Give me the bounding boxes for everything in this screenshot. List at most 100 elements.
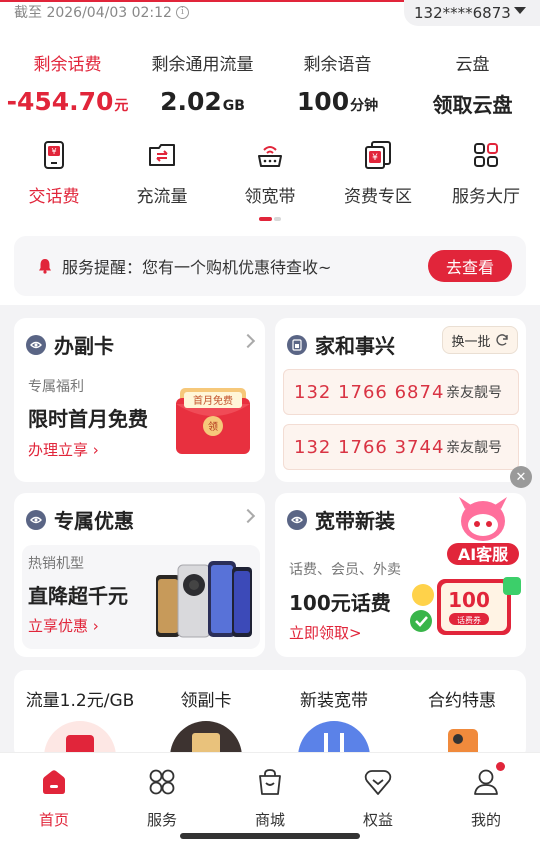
page-indicator-inactive	[274, 217, 281, 221]
coupon-label: 话费券	[457, 615, 481, 625]
tab-services[interactable]: 服务	[108, 767, 216, 830]
card-broadband-install[interactable]: 宽带新装 话费、会员、外卖 100元话费 立即领取> AI客服 100 话费券	[275, 493, 526, 657]
notification-dot	[496, 762, 505, 771]
phone-credit-coupon-image: 100 话费券	[410, 577, 521, 635]
bell-icon	[39, 259, 51, 274]
stat-number: 100	[296, 87, 350, 116]
stat-label: 剩余话费	[33, 55, 102, 75]
swap-label: 换一批	[451, 334, 491, 350]
view-notice-button[interactable]: 去查看	[428, 250, 512, 282]
promo-secondary-card[interactable]: 领副卡	[142, 686, 270, 760]
data-recharge-icon	[149, 144, 175, 166]
envelope-badge: 领	[208, 420, 218, 433]
card-header: 专属优惠	[26, 505, 134, 534]
card-subtitle: 热销机型	[28, 556, 84, 572]
chevron-right-icon[interactable]	[240, 333, 256, 349]
shop-bag-icon	[259, 769, 281, 795]
chevron-right-icon[interactable]	[240, 508, 256, 524]
stat-number: -454.70	[6, 87, 114, 116]
stat-data[interactable]: 剩余通用流量 2.02GB	[135, 50, 270, 118]
promo-strip: 流量1.2元/GB 领副卡 新装宽带 合约特惠	[14, 670, 526, 760]
stat-value: -454.70元	[0, 87, 135, 116]
services-icon	[149, 769, 175, 795]
promo-label: 流量1.2元/GB	[25, 691, 135, 711]
stat-balance[interactable]: 剩余话费 -454.70元	[0, 50, 135, 118]
card-secondary-card[interactable]: 办副卡 专属福利 限时首月免费 办理立享 › 首月免费 领	[14, 318, 265, 482]
profile-icon	[474, 769, 498, 795]
stat-label: 剩余通用流量	[151, 55, 254, 75]
quick-label: 充流量	[136, 187, 188, 207]
promo-data-price[interactable]: 流量1.2元/GB	[16, 686, 144, 760]
tab-label: 服务	[146, 811, 177, 829]
phone-number-selector[interactable]: 132****6873	[404, 0, 540, 26]
promo-contract-deal[interactable]: 合约特惠	[398, 686, 526, 760]
phone-number-option: 132 1766 6874	[294, 381, 445, 403]
quick-actions: ¥ 交话费 充流量 领宽带 ¥ 资费专区 服务大厅	[0, 140, 540, 207]
close-icon[interactable]: ✕	[510, 466, 532, 488]
caret-down-icon	[514, 7, 526, 14]
tab-label: 首页	[38, 811, 69, 829]
tab-label: 商城	[254, 811, 285, 829]
tab-benefits[interactable]: 权益	[324, 767, 432, 830]
red-envelope-icon: 首月免费 领	[176, 388, 250, 454]
ai-label: AI客服	[458, 545, 509, 564]
sim-card-icon	[287, 334, 307, 355]
data-deadline: 截至 2026/04/03 02:12 i	[14, 2, 189, 22]
stat-unit: GB	[222, 98, 245, 114]
quick-label: 交话费	[28, 187, 80, 207]
link-label: 办理立享	[28, 441, 89, 459]
promo-label: 新装宽带	[300, 691, 368, 711]
quick-service-hall[interactable]: 服务大厅	[432, 140, 540, 207]
stat-voice[interactable]: 剩余语音 100分钟	[270, 50, 405, 118]
deadline-text: 截至 2026/04/03 02:12	[14, 5, 172, 21]
stat-value: 100分钟	[270, 87, 405, 116]
page-indicator-active	[259, 217, 272, 221]
home-indicator-bar[interactable]	[180, 833, 360, 839]
stat-number: 2.02	[160, 87, 222, 116]
number-option[interactable]: 132 1766 3744 亲友靓号	[283, 424, 519, 470]
card-headline: 100元话费	[289, 591, 391, 615]
card-title: 办副卡	[54, 334, 114, 358]
heart-benefits-icon	[364, 770, 392, 795]
balance-stats: 剩余话费 -454.70元 剩余通用流量 2.02GB 剩余语音 100分钟 云…	[0, 50, 540, 118]
service-notice[interactable]: 服务提醒：您有一个购机优惠待查收~ 去查看	[14, 236, 526, 296]
number-option[interactable]: 132 1766 6874 亲友靓号	[283, 369, 519, 415]
card-headline: 直降超千元	[28, 584, 128, 608]
quick-broadband[interactable]: 领宽带	[216, 140, 324, 207]
card-exclusive-offers[interactable]: 专属优惠 热销机型 直降超千元 立享优惠 ›	[14, 493, 265, 657]
promo-broadband[interactable]: 新装宽带	[270, 686, 398, 760]
tab-shop[interactable]: 商城	[216, 767, 324, 830]
info-icon[interactable]: i	[175, 5, 189, 19]
stat-label: 剩余语音	[303, 55, 372, 75]
smartphones-image	[156, 561, 252, 638]
grid-icon	[474, 143, 498, 167]
ai-assistant-mascot-icon[interactable]: AI客服	[441, 495, 525, 567]
card-subtitle: 专属福利	[28, 379, 84, 395]
card-family-numbers: 家和事兴 换一批 132 1766 6874 亲友靓号 132 1766 374…	[275, 318, 526, 482]
quick-data-recharge[interactable]: 充流量	[108, 140, 216, 207]
card-action-link[interactable]: 立享优惠 ›	[28, 615, 99, 636]
card-header: 家和事兴	[287, 330, 395, 359]
quick-label: 服务大厅	[452, 187, 520, 207]
swap-batch-button[interactable]: 换一批	[442, 326, 518, 354]
tab-profile[interactable]: 我的	[432, 767, 540, 830]
card-headline: 限时首月免费	[28, 407, 148, 431]
card-action-link[interactable]: 办理立享 ›	[28, 439, 99, 460]
tab-label: 权益	[362, 811, 393, 829]
coupon-value: 100	[448, 588, 490, 612]
brand-logo-icon	[287, 509, 307, 530]
stat-unit: 分钟	[350, 98, 379, 114]
stat-cloud[interactable]: 云盘 领取云盘	[405, 50, 540, 118]
card-action-link[interactable]: 立即领取>	[289, 622, 362, 643]
stat-label: 云盘	[455, 55, 490, 75]
promo-label: 领副卡	[180, 691, 232, 711]
tariff-icon: ¥	[365, 141, 391, 169]
tab-home[interactable]: 首页	[0, 767, 108, 830]
card-subtitle: 话费、会员、外卖	[289, 562, 401, 578]
top-section: 截至 2026/04/03 02:12 i 132****6873 剩余话费 -…	[0, 0, 540, 305]
quick-tariff[interactable]: ¥ 资费专区	[324, 140, 432, 207]
page-indicator	[259, 217, 281, 221]
quick-pay-bill[interactable]: ¥ 交话费	[0, 140, 108, 207]
phone-number-option: 132 1766 3744	[294, 436, 445, 458]
envelope-text: 首月免费	[193, 394, 233, 407]
